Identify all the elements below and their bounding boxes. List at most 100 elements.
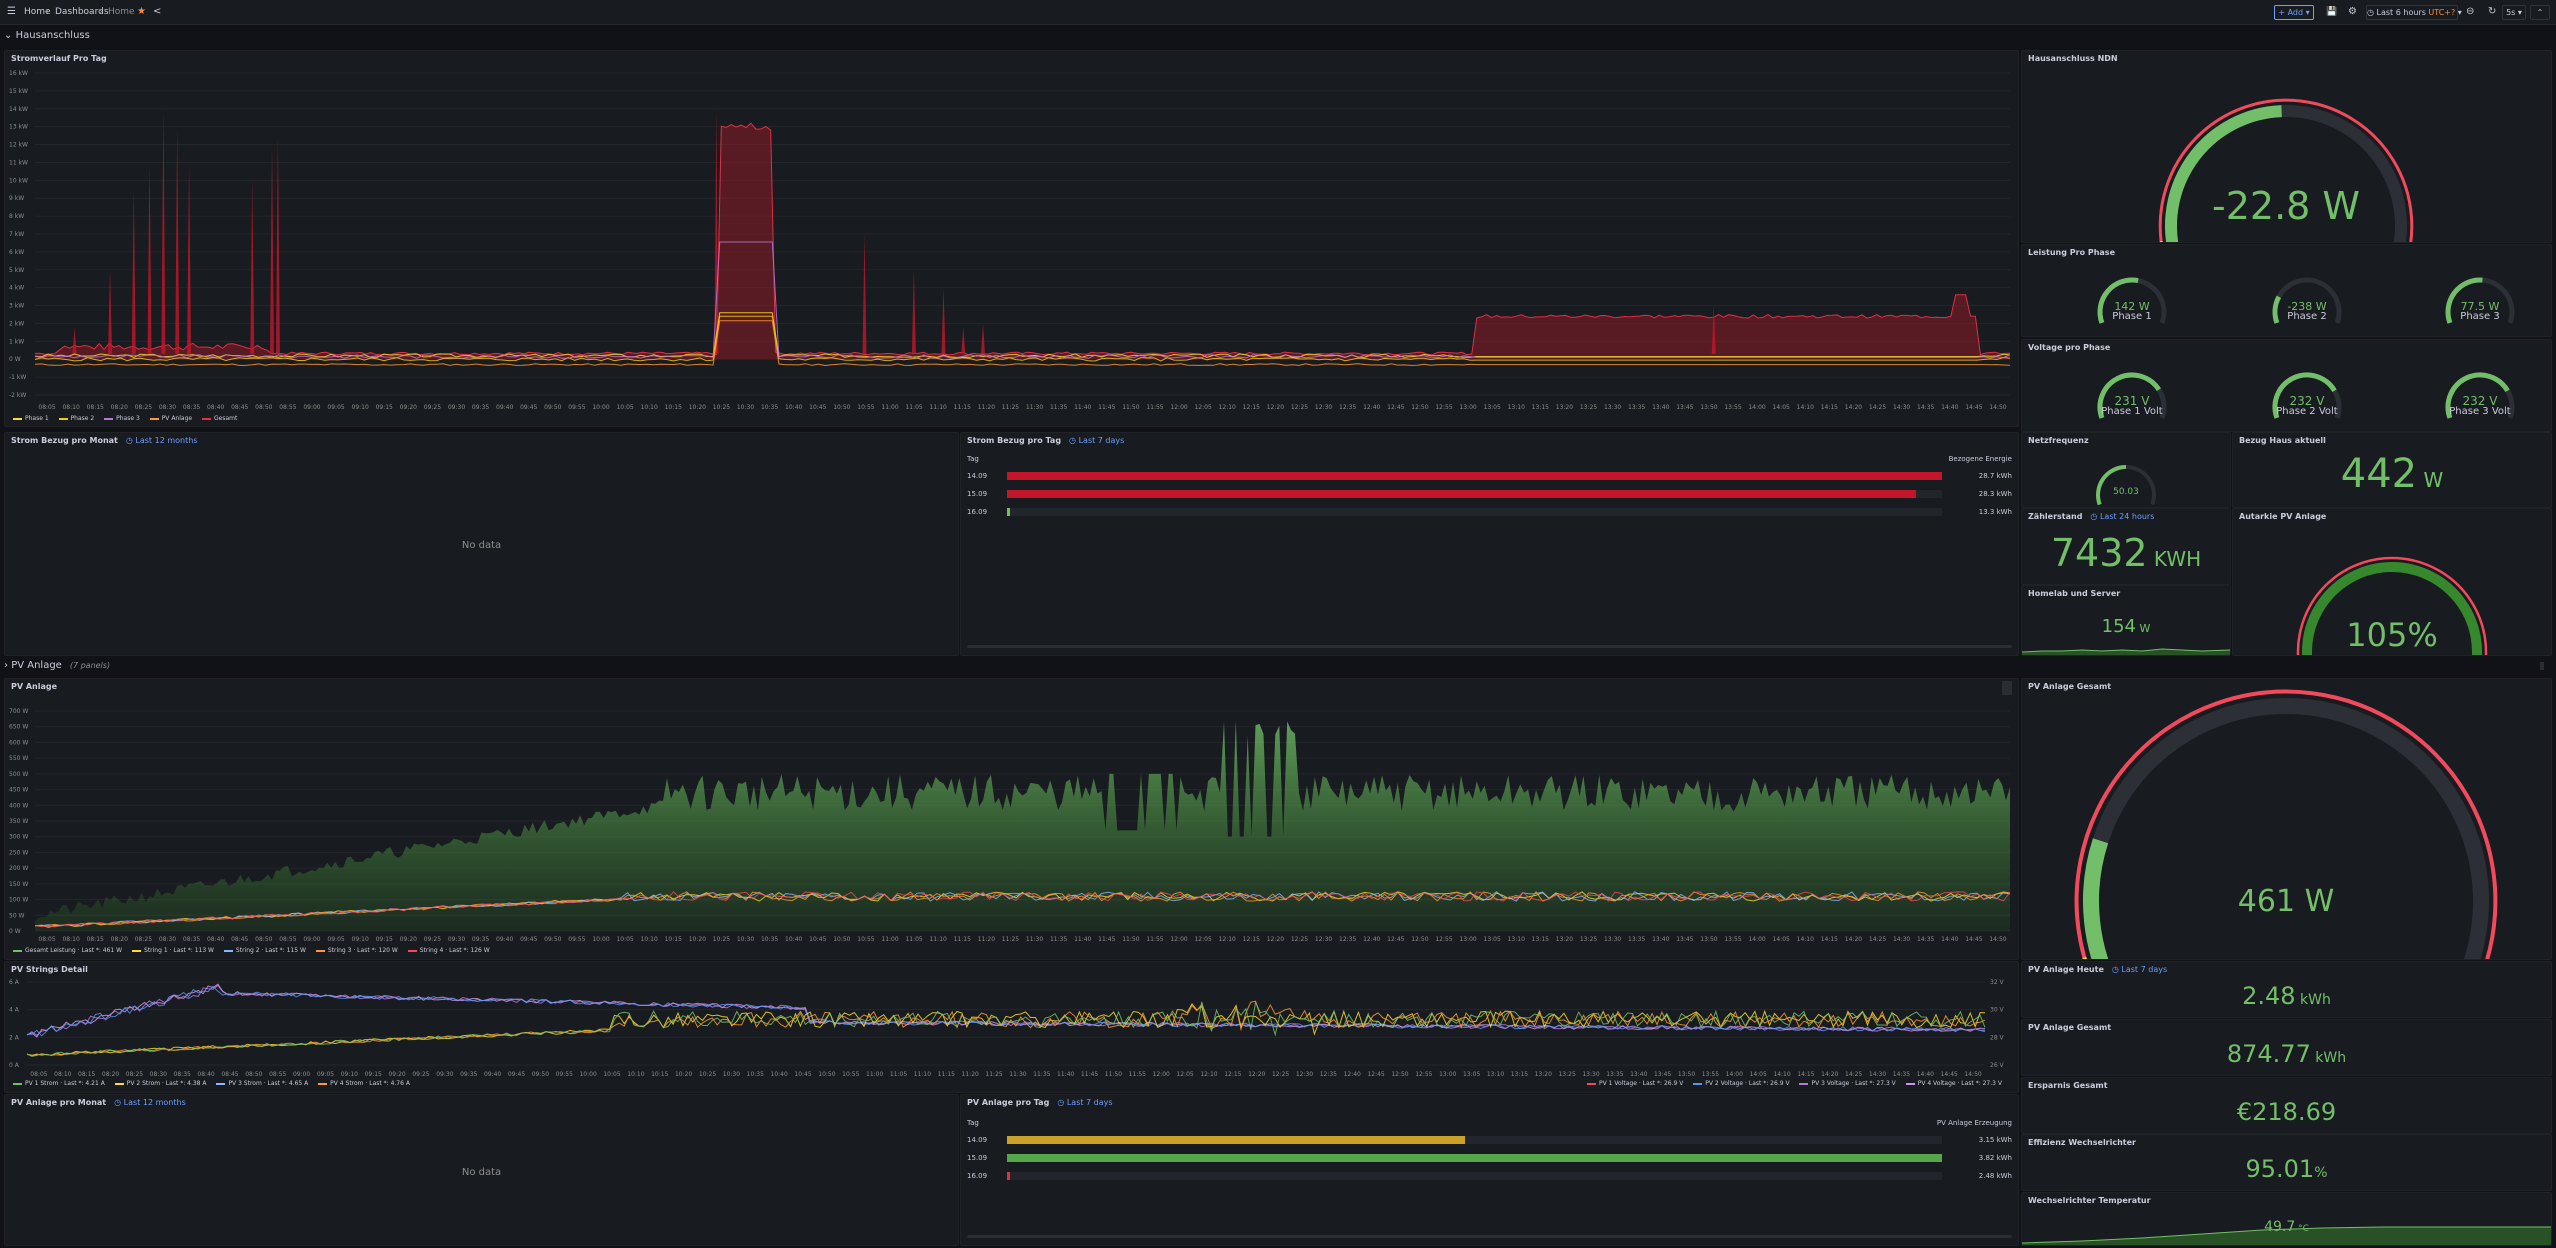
spike-mark (187, 162, 192, 354)
x-tick-label: 13:35 (1628, 936, 1645, 943)
y-tick-label: 15 kW (9, 88, 28, 95)
horizontal-scrollbar[interactable] (967, 645, 2012, 648)
y-right-tick-label: 30 V (1990, 1007, 2005, 1014)
legend-item-pv2-voltage[interactable]: PV 2 Voltage · Last *: 26.9 V (1693, 1080, 1790, 1087)
x-tick-label: 13:25 (1580, 404, 1597, 411)
x-tick-label: 14:40 (1917, 1071, 1934, 1078)
panel-stromverlauf[interactable]: Stromverlauf Pro Tag 16 kW 15 kW 14 kW 13 k… (4, 50, 2019, 427)
refresh-icon[interactable]: ↻ (2488, 5, 2496, 19)
legend-item-phase2[interactable]: Phase 2 (58, 415, 94, 422)
panel-pv-monat[interactable]: PV Anlage pro Monat ◷ Last 12 months No d… (4, 1094, 959, 1246)
hamburger-icon[interactable]: ☰ (7, 5, 16, 19)
y-tick-label: 0 W (9, 356, 21, 363)
panel-pv-tag[interactable]: PV Anlage pro Tag ◷ Last 7 days Tag PV An… (960, 1094, 2019, 1246)
panel-hausanschluss-ndn[interactable]: Hausanschluss NDN -22.8 W (2021, 50, 2552, 243)
time-range-link[interactable]: ◷ Last 7 days (1057, 1098, 1112, 1107)
x-tick-label: 08:35 (174, 1071, 191, 1078)
legend-item-string-2[interactable]: String 2 · Last *: 115 W (223, 947, 306, 954)
row-header-pv-anlage[interactable]: › PV Anlage (7 panels) (4, 660, 110, 671)
time-range-link[interactable]: ◷ Last 12 months (114, 1098, 186, 1107)
x-tick-label: 12:00 (1153, 1071, 1170, 1078)
pv-strings-chart[interactable]: 6 A 4 A 2 A 0 A 32 V 30 V 28 V 26 V 08:05 08:10 08… (5, 962, 2018, 1092)
x-tick-label: 08:50 (255, 936, 272, 943)
x-tick-label: 14:20 (1821, 1071, 1838, 1078)
x-tick-label: 09:20 (400, 404, 417, 411)
column-header-energie: Bezogene Energie (1948, 455, 2012, 463)
y-right-tick-label: 32 V (1990, 979, 2005, 986)
time-range-picker[interactable]: ◷ Last 6 hours UTC+? ▾ (2366, 5, 2462, 20)
x-tick-label: 12:50 (1411, 404, 1428, 411)
zoom-out-icon[interactable]: ⊖ (2466, 5, 2474, 19)
panel-bezug-haus[interactable]: Bezug Haus aktuell 442 W (2232, 432, 2552, 508)
x-tick-label: 12:25 (1291, 936, 1308, 943)
panel-pv-gesamt-stat[interactable]: PV Anlage Gesamt 874.77 kWh (2021, 1019, 2552, 1076)
panel-strom-bezug-tag[interactable]: Strom Bezug pro Tag ◷ Last 7 days Tag Bez… (960, 432, 2019, 656)
panel-effizienz[interactable]: Effizienz Wechselrichter 95.01% (2021, 1134, 2552, 1191)
collapse-button[interactable]: ⌃ (2530, 5, 2550, 20)
legend-item-pv1-strom[interactable]: PV 1 Strom · Last *: 4.21 A (13, 1080, 105, 1087)
legend-item-pv4-strom[interactable]: PV 4 Strom · Last *: 4.76 A (318, 1080, 410, 1087)
x-tick-label: 09:00 (293, 1071, 310, 1078)
save-icon[interactable]: 💾 (2326, 5, 2337, 19)
x-tick-label: 12:55 (1435, 404, 1452, 411)
x-tick-label: 13:10 (1508, 936, 1525, 943)
legend-item-pv2-strom[interactable]: PV 2 Strom · Last *: 4.38 A (114, 1080, 207, 1087)
spike-mark (981, 323, 985, 354)
spike-mark (147, 162, 152, 354)
bar-gauge-row: 16.09 13.3 kWh (967, 508, 2012, 516)
panel-leistung-pro-phase[interactable]: Leistung Pro Phase 142 W -238 W 77.5 W P… (2021, 244, 2552, 337)
legend-item-pv1-voltage[interactable]: PV 1 Voltage · Last *: 26.9 V (1587, 1080, 1683, 1087)
panel-pv-strings[interactable]: PV Strings Detail 6 A4 A2 A0 A 32 V 30 V 28… (4, 961, 2019, 1093)
x-tick-label: 09:25 (424, 936, 441, 943)
time-range-link[interactable]: ◷ Last 24 hours (2090, 512, 2154, 521)
panel-homelab[interactable]: Homelab und Server 154 W (2021, 585, 2231, 656)
panel-netzfrequenz[interactable]: Netzfrequenz 50.03 (2021, 432, 2231, 508)
panel-pv-anlage-gesamt-gauge[interactable]: PV Anlage Gesamt 461 W (2021, 678, 2552, 960)
share-icon[interactable]: < (153, 5, 161, 19)
legend-item-string-1[interactable]: String 1 · Last *: 113 W (132, 947, 214, 954)
x-tick-label: 12:10 (1219, 404, 1236, 411)
legend-item-string-3[interactable]: String 3 · Last *: 120 W (315, 947, 398, 954)
row-header-hausanschluss[interactable]: ⌄ Hausanschluss (4, 30, 90, 41)
panel-pv-heute[interactable]: PV Anlage Heute ◷ Last 7 days 2.48 kWh (2021, 961, 2552, 1018)
horizontal-scrollbar[interactable] (967, 1235, 2012, 1238)
legend-item-pv3-strom[interactable]: PV 3 Strom · Last *: 4.65 A (216, 1080, 308, 1087)
row-drag-handle[interactable] (2540, 662, 2544, 670)
x-tick-label: 11:30 (1026, 936, 1043, 943)
y-left-tick-label: 4 A (9, 1007, 20, 1014)
legend-item-pv3-voltage[interactable]: PV 3 Voltage · Last *: 27.3 V (1799, 1080, 1896, 1087)
panel-ersparnis[interactable]: Ersparnis Gesamt €218.69 (2021, 1077, 2552, 1134)
gear-icon[interactable]: ⚙ (2348, 5, 2357, 19)
panel-strom-bezug-monat[interactable]: Strom Bezug pro Monat ◷ Last 12 months No… (4, 432, 959, 656)
x-tick-label: 11:40 (1074, 936, 1091, 943)
x-tick-label: 13:45 (1676, 404, 1693, 411)
legend-item-gesamt[interactable]: Gesamt Leistung · Last *: 461 W (13, 947, 122, 954)
x-tick-label: 12:15 (1224, 1071, 1241, 1078)
star-icon[interactable]: ★ (137, 5, 146, 19)
legend-item-phase1[interactable]: Phase 1 (13, 415, 49, 422)
panel-voltage-pro-phase[interactable]: Voltage pro Phase 231 V 232 V 232 V Phas… (2021, 339, 2552, 432)
refresh-interval-picker[interactable]: 5s ▾ (2502, 5, 2526, 20)
x-tick-label: 14:25 (1869, 404, 1886, 411)
pv-anlage-chart[interactable]: 700 W 650 W 600 W 550 W 500 W 450 W 400 W 350 W… (5, 679, 2018, 959)
panel-pv-anlage[interactable]: PV Anlage 700 W 650 W 600 W 550 W 500 W 450 W… (4, 678, 2019, 960)
panel-temperatur[interactable]: Wechselrichter Temperatur 49.7 °C (2021, 1192, 2552, 1246)
x-tick-label: 13:40 (1652, 404, 1669, 411)
x-tick-label: 11:10 (914, 1071, 931, 1078)
panel-zaehlerstand[interactable]: Zählerstand ◷ Last 24 hours 7432 KWH (2021, 508, 2231, 585)
add-button[interactable]: + Add ▾ (2274, 5, 2314, 20)
legend-item-gesamt[interactable]: Gesamt (202, 415, 237, 422)
x-tick-label: 13:50 (1700, 936, 1717, 943)
legend-item-phase3[interactable]: Phase 3 (104, 415, 140, 422)
x-tick-label: 13:05 (1484, 404, 1501, 411)
panel-autarkie[interactable]: Autarkie PV Anlage 105% (2232, 508, 2552, 656)
time-range-link[interactable]: ◷ Last 7 days (1069, 436, 1124, 445)
legend-item-pv[interactable]: PV Anlage (149, 415, 192, 422)
x-tick-label: 09:45 (508, 1071, 525, 1078)
time-range-link[interactable]: ◷ Last 12 months (126, 436, 198, 445)
panel-title: Strom Bezug pro Tag ◷ Last 7 days (967, 436, 1125, 445)
legend-item-string-4[interactable]: String 4 · Last *: 126 W (407, 947, 490, 954)
legend-item-pv4-voltage[interactable]: PV 4 Voltage · Last *: 27.3 V (1905, 1080, 2002, 1087)
time-range-link[interactable]: ◷ Last 7 days (2112, 965, 2167, 974)
stromverlauf-chart[interactable]: 16 kW 15 kW 14 kW 13 kW 12 kW 11 kW 10 kW 9 kW 8… (5, 51, 2018, 426)
